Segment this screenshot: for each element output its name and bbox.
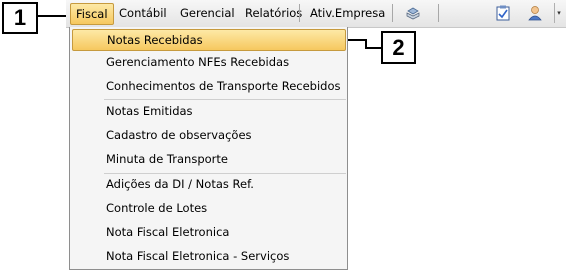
menubar-separator xyxy=(438,4,439,22)
printer-icon[interactable] xyxy=(404,4,422,22)
menu-item-gerenciamento-nfes[interactable]: Gerenciamento NFEs Recebidas xyxy=(72,51,346,73)
menu-item-notas-emitidas[interactable]: Notas Emitidas xyxy=(72,100,346,122)
menu-contabil[interactable]: Contábil xyxy=(115,4,171,22)
menu-gerencial[interactable]: Gerencial xyxy=(176,4,239,22)
menubar-separator xyxy=(299,4,300,22)
menubar-separator xyxy=(392,4,393,22)
callout-1: 1 xyxy=(2,2,38,34)
callout-2-leader-end xyxy=(365,47,381,49)
menu-fiscal[interactable]: Fiscal xyxy=(70,3,114,25)
menu-relatorios[interactable]: Relatórios xyxy=(241,4,306,22)
toolbar-overflow-button[interactable]: ▾ xyxy=(554,3,563,23)
menu-item-minuta-transporte[interactable]: Minuta de Transporte xyxy=(72,148,346,170)
menu-ativ-empresa[interactable]: Ativ.Empresa xyxy=(306,4,389,22)
menu-item-controle-lotes[interactable]: Controle de Lotes xyxy=(72,197,346,219)
menu-item-notas-recebidas[interactable]: Notas Recebidas xyxy=(72,29,346,51)
fiscal-dropdown-menu: Notas Recebidas Gerenciamento NFEs Receb… xyxy=(69,27,348,270)
menu-item-adicoes-di[interactable]: Adições da DI / Notas Ref. xyxy=(72,173,346,195)
checklist-icon[interactable] xyxy=(494,4,512,22)
callout-2: 2 xyxy=(381,31,416,64)
callout-2-leader xyxy=(346,39,367,41)
menu-item-conhecimentos-transporte[interactable]: Conhecimentos de Transporte Recebidos xyxy=(72,75,346,97)
menubar: Fiscal Contábil Gerencial Relatórios Ati… xyxy=(66,0,566,28)
menu-item-cadastro-observacoes[interactable]: Cadastro de observações xyxy=(72,124,346,146)
user-icon[interactable] xyxy=(526,4,544,22)
menu-item-nota-fiscal-eletronica[interactable]: Nota Fiscal Eletronica xyxy=(72,221,346,243)
menu-item-nota-fiscal-eletronica-servicos[interactable]: Nota Fiscal Eletronica - Serviços xyxy=(72,245,346,267)
